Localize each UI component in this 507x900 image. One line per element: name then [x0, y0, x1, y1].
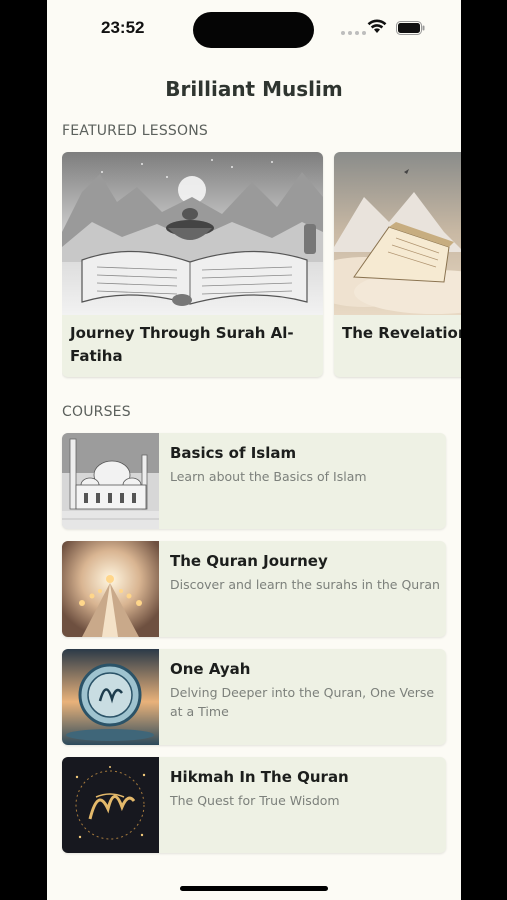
course-description: Learn about the Basics of Islam	[170, 469, 367, 484]
home-indicator[interactable]	[180, 886, 328, 891]
course-card-hikmah-in-the-quran[interactable]: Hikmah In The Quran The Quest for True W…	[62, 757, 446, 853]
quran-on-clouds-image	[334, 152, 461, 315]
open-quran-mountains-image	[62, 152, 323, 315]
app-title: Brilliant Muslim	[165, 77, 343, 101]
lantern-path-image	[62, 541, 159, 637]
featured-card-the-revelation[interactable]: The Revelation	[334, 152, 461, 377]
status-time: 23:52	[101, 18, 145, 37]
mosque-sketch-image	[62, 433, 159, 529]
course-title: Basics of Islam	[170, 444, 297, 462]
course-title: The Quran Journey	[170, 552, 328, 570]
featured-lessons-heading: FEATURED LESSONS	[62, 123, 208, 139]
course-description: Discover and learn the surahs in the Qur…	[170, 577, 440, 592]
wifi-icon	[367, 19, 387, 33]
featured-card-title: The Revelation	[342, 324, 461, 342]
course-description: The Quest for True Wisdom	[170, 793, 340, 808]
featured-card-title: Journey Through Surah Al-Fatiha	[70, 324, 294, 365]
featured-carousel[interactable]: Journey Through Surah Al-Fatiha The Reve…	[62, 152, 461, 382]
course-description: Delving Deeper into the Quran, One Verse…	[170, 685, 435, 719]
course-title: One Ayah	[170, 660, 251, 678]
signal-icon	[341, 31, 366, 35]
courses-heading: COURSES	[62, 404, 131, 420]
calligraphy-medallion-image	[62, 649, 159, 745]
featured-card-surah-al-fatiha[interactable]: Journey Through Surah Al-Fatiha	[62, 152, 323, 377]
battery-icon	[396, 21, 425, 35]
golden-calligraphy-image	[62, 757, 159, 853]
dynamic-island	[193, 12, 314, 48]
course-title: Hikmah In The Quran	[170, 768, 349, 786]
course-card-one-ayah[interactable]: One Ayah Delving Deeper into the Quran, …	[62, 649, 446, 745]
course-card-basics-of-islam[interactable]: Basics of Islam Learn about the Basics o…	[62, 433, 446, 529]
app-screen: 23:52 Brilliant Muslim FEATURED LESSONS	[47, 0, 461, 900]
course-card-the-quran-journey[interactable]: The Quran Journey Discover and learn the…	[62, 541, 446, 637]
